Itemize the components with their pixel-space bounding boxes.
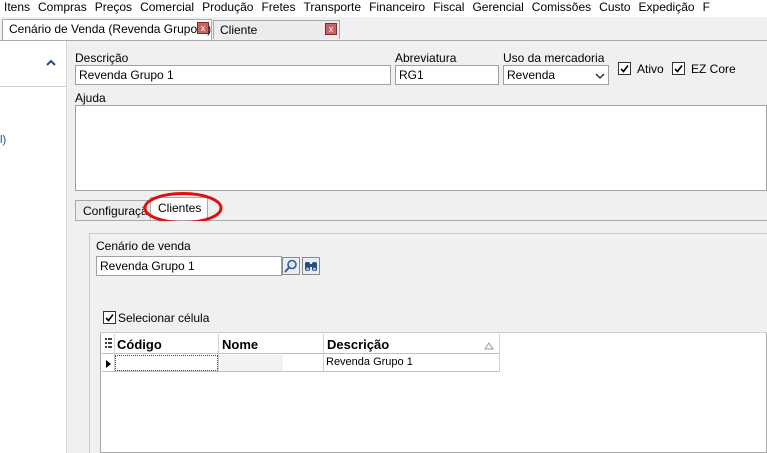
tab-configuracao-label: Configuraçã — [83, 204, 148, 218]
col-header-nome[interactable]: Nome — [222, 337, 258, 352]
ajuda-textarea[interactable] — [75, 105, 767, 191]
chevron-up-icon[interactable] — [44, 56, 58, 70]
selecionar-celula-label: Selecionar célula — [118, 311, 210, 325]
menu-precos[interactable]: Preços — [91, 0, 136, 15]
annotation-ellipse — [143, 191, 223, 225]
menu-comissoes[interactable]: Comissões — [528, 0, 595, 15]
descricao-input[interactable]: Revenda Grupo 1 — [75, 65, 391, 85]
document-tab-strip: Cenário de Venda (Revenda Grupo 1) x Cli… — [0, 17, 767, 41]
col-header-codigo[interactable]: Código — [117, 337, 162, 352]
column-chooser-icon[interactable] — [104, 337, 113, 350]
uso-mercadoria-label: Uso da mercadoria — [503, 51, 605, 65]
check-icon — [620, 65, 629, 73]
close-icon[interactable]: x — [325, 23, 337, 35]
menu-fretes[interactable]: Fretes — [257, 0, 299, 15]
abreviatura-label: Abreviatura — [395, 51, 457, 65]
menu-fiscal[interactable]: Fiscal — [429, 0, 468, 15]
ativo-checkbox[interactable] — [618, 62, 631, 75]
menu-bar: Itens Compras Preços Comercial Produção Frete… — [0, 0, 767, 17]
ezcore-checkbox[interactable] — [672, 62, 685, 75]
menu-gerencial[interactable]: Gerencial — [468, 0, 527, 15]
left-panel-text: l) — [0, 134, 7, 146]
ativo-label: Ativo — [637, 62, 664, 76]
cell-descricao[interactable]: Revenda Grupo 1 — [326, 356, 413, 368]
menu-financeiro[interactable]: Financeiro — [365, 0, 429, 15]
row-indicator-icon — [105, 358, 112, 368]
cenario-venda-label: Cenário de venda — [96, 239, 191, 253]
close-icon[interactable]: x — [197, 22, 209, 34]
doc-tab-label: Cenário de Venda (Revenda Grupo 1) — [9, 22, 212, 36]
menu-custo[interactable]: Custo — [595, 0, 634, 15]
sort-ascending-icon — [484, 339, 494, 350]
descricao-label: Descrição — [75, 51, 129, 65]
tab-configuracao[interactable]: Configuraçã — [75, 200, 153, 221]
doc-tab-cenario-venda[interactable]: Cenário de Venda (Revenda Grupo 1) — [2, 19, 212, 40]
uso-mercadoria-value: Revenda — [507, 68, 556, 82]
left-panel — [0, 41, 67, 453]
cell-nome[interactable] — [220, 355, 283, 371]
check-icon — [105, 314, 114, 322]
chevron-down-icon[interactable] — [594, 70, 606, 80]
cenario-venda-input[interactable]: Revenda Grupo 1 — [96, 256, 282, 276]
check-icon — [674, 65, 683, 73]
ajuda-label: Ajuda — [75, 91, 106, 105]
menu-itens[interactable]: Itens — [0, 0, 34, 15]
menu-comercial[interactable]: Comercial — [136, 0, 198, 15]
col-header-descricao[interactable]: Descrição — [327, 337, 389, 352]
doc-tab-cliente[interactable]: Cliente — [213, 20, 340, 39]
menu-transporte[interactable]: Transporte — [299, 0, 365, 15]
cell-codigo[interactable] — [115, 355, 218, 371]
menu-overflow[interactable]: F — [699, 0, 714, 15]
menu-compras[interactable]: Compras — [34, 0, 91, 15]
menu-producao[interactable]: Produção — [198, 0, 257, 15]
doc-tab-label: Cliente — [220, 23, 258, 37]
search-icon[interactable] — [282, 257, 300, 275]
binoculars-icon[interactable] — [302, 257, 320, 275]
ezcore-label: EZ Core — [691, 62, 736, 76]
menu-expedicao[interactable]: Expedição — [635, 0, 699, 15]
selecionar-celula-checkbox[interactable] — [103, 311, 116, 324]
abreviatura-input[interactable]: RG1 — [395, 65, 499, 85]
